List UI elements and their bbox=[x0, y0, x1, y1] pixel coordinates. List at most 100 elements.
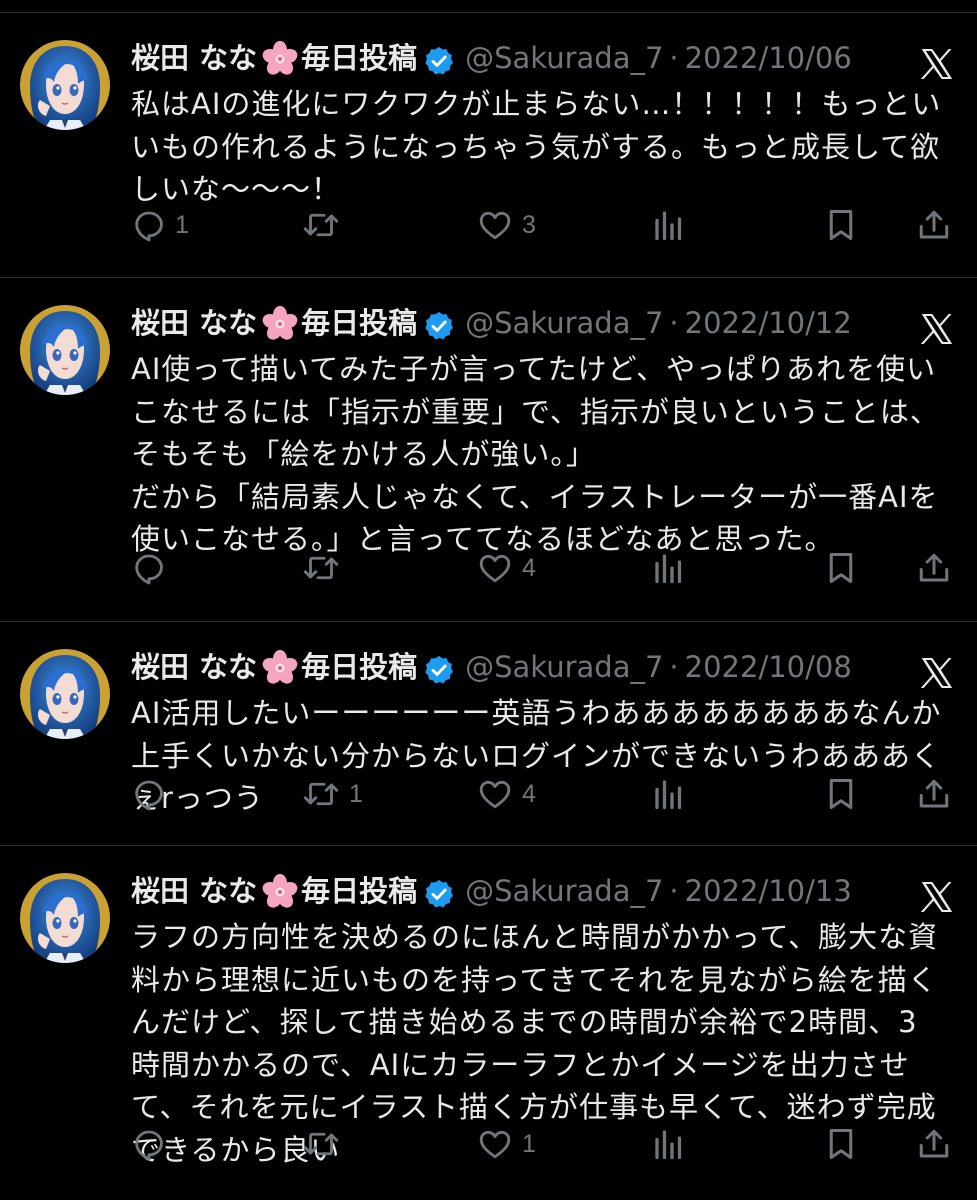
like-button[interactable]: 1 bbox=[476, 1124, 536, 1164]
avatar[interactable] bbox=[20, 40, 110, 130]
cherry-blossom-icon bbox=[261, 40, 299, 78]
separator-dot: · bbox=[669, 650, 679, 684]
bookmark-icon bbox=[829, 779, 853, 809]
avatar-image bbox=[20, 873, 110, 963]
avatar[interactable] bbox=[20, 649, 110, 739]
share-button[interactable] bbox=[916, 205, 952, 245]
action-bar: 1 3 bbox=[131, 205, 961, 245]
action-bar: 4 bbox=[131, 548, 961, 588]
bookmark-button[interactable] bbox=[823, 205, 859, 245]
retweet-button[interactable] bbox=[301, 1124, 349, 1164]
views-icon bbox=[655, 554, 682, 584]
share-icon bbox=[919, 210, 949, 239]
x-logo-icon[interactable] bbox=[917, 45, 955, 83]
timestamp[interactable]: 2022/10/12 bbox=[685, 298, 852, 348]
x-logo-icon[interactable] bbox=[917, 654, 955, 692]
handle[interactable]: @Sakurada_7 bbox=[465, 642, 663, 692]
share-icon bbox=[919, 1129, 949, 1158]
tweet[interactable]: 桜田 なな 毎日投稿 bbox=[0, 622, 977, 846]
retweet-icon bbox=[303, 556, 339, 580]
like-count: 4 bbox=[522, 553, 536, 582]
timestamp[interactable]: 2022/10/06 bbox=[685, 33, 852, 83]
like-button[interactable]: 4 bbox=[476, 548, 536, 588]
tweet[interactable]: 桜田 なな 毎日投稿 bbox=[0, 13, 977, 278]
bookmark-icon bbox=[829, 210, 853, 240]
views-button[interactable] bbox=[651, 774, 687, 814]
share-button[interactable] bbox=[916, 1124, 952, 1164]
avatar[interactable] bbox=[20, 305, 110, 395]
share-icon bbox=[919, 553, 949, 582]
views-button[interactable] bbox=[651, 205, 687, 245]
tweet-header: 桜田 なな 毎日投稿 bbox=[131, 642, 852, 692]
retweet-count: 1 bbox=[349, 779, 363, 808]
reply-count: 1 bbox=[175, 210, 189, 239]
heart-icon bbox=[479, 211, 511, 240]
avatar-image bbox=[20, 649, 110, 739]
display-name[interactable]: 桜田 なな bbox=[131, 298, 257, 348]
reply-icon bbox=[135, 780, 163, 811]
display-name[interactable]: 桜田 なな bbox=[131, 866, 257, 916]
retweet-icon bbox=[303, 1132, 339, 1156]
views-icon bbox=[655, 1130, 682, 1160]
tweet-header: 桜田 なな 毎日投稿 bbox=[131, 298, 852, 348]
bookmark-button[interactable] bbox=[823, 548, 859, 588]
action-bar: 1 4 bbox=[131, 774, 961, 814]
reply-button[interactable] bbox=[131, 1124, 175, 1164]
reply-button[interactable] bbox=[131, 774, 175, 814]
like-button[interactable]: 3 bbox=[476, 205, 536, 245]
display-name[interactable]: 桜田 なな bbox=[131, 33, 257, 83]
bookmark-button[interactable] bbox=[823, 774, 859, 814]
bookmark-icon bbox=[829, 553, 853, 583]
separator-dot: · bbox=[669, 41, 679, 75]
avatar-image bbox=[20, 40, 110, 130]
share-button[interactable] bbox=[916, 774, 952, 814]
timestamp[interactable]: 2022/10/13 bbox=[685, 866, 852, 916]
retweet-button[interactable] bbox=[301, 205, 349, 245]
views-button[interactable] bbox=[651, 548, 687, 588]
avatar[interactable] bbox=[20, 873, 110, 963]
tweet[interactable]: 桜田 なな 毎日投稿 bbox=[0, 846, 977, 1200]
handle[interactable]: @Sakurada_7 bbox=[465, 866, 663, 916]
reply-button[interactable]: 1 bbox=[131, 205, 189, 245]
timestamp[interactable]: 2022/10/08 bbox=[685, 642, 852, 692]
display-name-suffix[interactable]: 毎日投稿 bbox=[301, 866, 417, 916]
retweet-icon bbox=[303, 213, 339, 237]
tweet-header: 桜田 なな 毎日投稿 bbox=[131, 33, 852, 83]
like-count: 3 bbox=[522, 210, 536, 239]
x-logo-icon[interactable] bbox=[917, 878, 955, 916]
action-bar: 1 bbox=[131, 1124, 961, 1164]
views-icon bbox=[655, 780, 682, 810]
share-button[interactable] bbox=[916, 548, 952, 588]
tweet[interactable]: 桜田 なな 毎日投稿 bbox=[0, 278, 977, 622]
handle[interactable]: @Sakurada_7 bbox=[465, 298, 663, 348]
retweet-button[interactable]: 1 bbox=[301, 774, 363, 814]
separator-dot: · bbox=[669, 874, 679, 908]
reply-icon bbox=[135, 554, 163, 585]
x-logo-icon[interactable] bbox=[917, 310, 955, 348]
verified-badge-icon bbox=[423, 42, 455, 75]
tweet-text: AI使って描いてみた子が言ってたけど、やっぱりあれを使いこなせるには「指示が重要… bbox=[131, 352, 940, 556]
reply-icon bbox=[135, 211, 163, 242]
avatar-image bbox=[20, 305, 110, 395]
reply-button[interactable] bbox=[131, 548, 175, 588]
handle[interactable]: @Sakurada_7 bbox=[465, 33, 663, 83]
views-icon bbox=[655, 211, 682, 241]
verified-badge-icon bbox=[423, 307, 455, 340]
heart-icon bbox=[479, 554, 511, 583]
cherry-blossom-icon bbox=[261, 649, 299, 687]
like-count: 4 bbox=[522, 779, 536, 808]
bookmark-icon bbox=[829, 1129, 853, 1159]
display-name[interactable]: 桜田 なな bbox=[131, 642, 257, 692]
retweet-button[interactable] bbox=[301, 548, 349, 588]
like-button[interactable]: 4 bbox=[476, 774, 536, 814]
display-name-suffix[interactable]: 毎日投稿 bbox=[301, 33, 417, 83]
tweet-text: 私はAIの進化にワクワクが止まらない…！！！！！もっといいもの作れるようになっち… bbox=[131, 87, 942, 206]
verified-badge-icon bbox=[423, 651, 455, 684]
cherry-blossom-icon bbox=[261, 873, 299, 911]
display-name-suffix[interactable]: 毎日投稿 bbox=[301, 642, 417, 692]
heart-icon bbox=[479, 1130, 511, 1159]
display-name-suffix[interactable]: 毎日投稿 bbox=[301, 298, 417, 348]
share-icon bbox=[919, 779, 949, 808]
views-button[interactable] bbox=[651, 1124, 687, 1164]
bookmark-button[interactable] bbox=[823, 1124, 859, 1164]
